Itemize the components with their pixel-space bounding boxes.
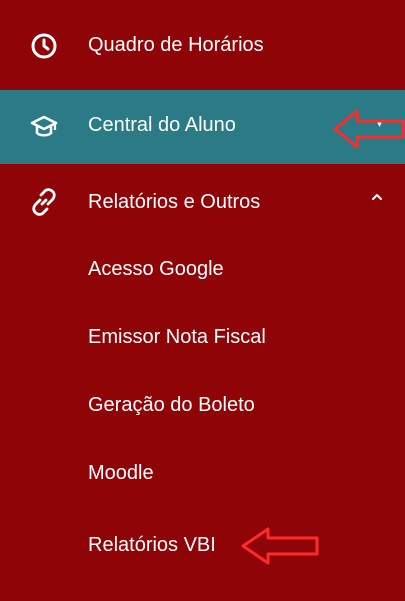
submenu-item-moodle[interactable]: Moodle [0,452,405,496]
submenu-item-geracao-do-boleto[interactable]: Geração do Boleto [0,384,405,428]
clock-icon [30,32,58,60]
submenu-item-label: Moodle [88,462,154,484]
menu-item-label: Central do Aluno [88,114,236,136]
menu-item-quadro-de-horarios[interactable]: Quadro de Horários [0,22,405,70]
chevron-up-icon[interactable] [370,190,384,209]
submenu-item-acesso-google[interactable]: Acesso Google [0,248,405,292]
submenu-item-label: Acesso Google [88,258,224,280]
menu-item-relatorios-e-outros[interactable]: Relatórios e Outros [0,178,405,226]
submenu-item-label: Emissor Nota Fiscal [88,326,266,348]
menu-item-label: Relatórios e Outros [88,191,261,213]
menu-item-label: Quadro de Horários [88,34,264,56]
sidebar-menu: Quadro de Horários Central do Aluno ▾ Re… [0,0,405,601]
submenu-item-label: Geração do Boleto [88,394,255,416]
link-icon [30,188,58,216]
annotation-arrow [241,527,319,565]
submenu-item-emissor-nota-fiscal[interactable]: Emissor Nota Fiscal [0,316,405,360]
submenu-item-label: Relatórios VBI [88,534,216,556]
submenu-item-relatorios-vbi[interactable]: Relatórios VBI [0,524,405,568]
annotation-arrow [333,109,405,149]
graduation-cap-icon [30,113,58,141]
